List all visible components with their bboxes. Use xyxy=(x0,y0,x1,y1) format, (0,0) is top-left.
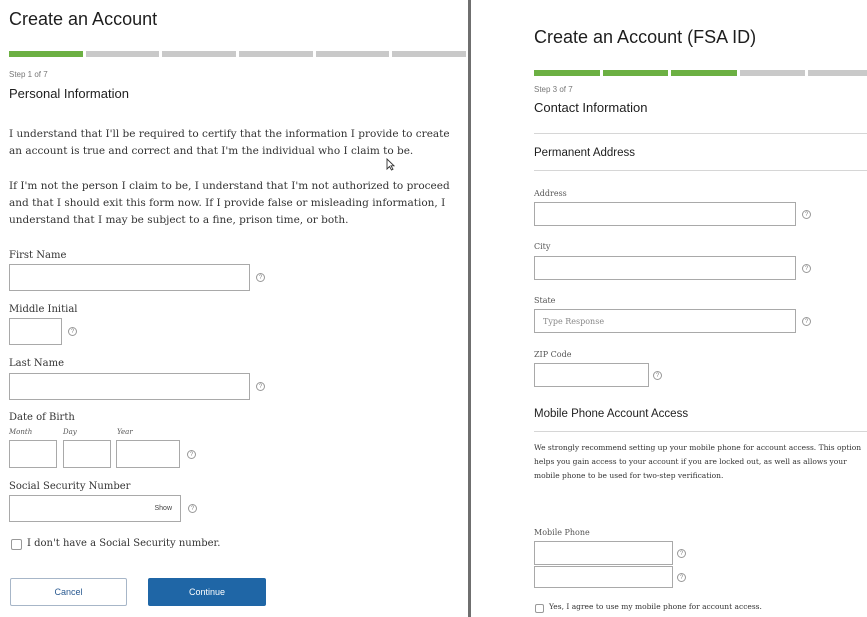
zip-code-label: ZIP Code xyxy=(534,350,572,359)
mouse-pointer-icon xyxy=(386,158,395,171)
mobile-phone-label: Mobile Phone xyxy=(534,528,590,537)
section-divider xyxy=(534,431,867,432)
progress-step-5 xyxy=(315,51,390,57)
progress-step-4 xyxy=(239,51,313,57)
progress-step-5 xyxy=(808,70,867,76)
middle-initial-help-icon[interactable]: ? xyxy=(68,327,77,336)
address-label: Address xyxy=(534,189,567,198)
zip-code-help-icon[interactable]: ? xyxy=(653,371,662,380)
last-name-label: Last Name xyxy=(9,358,65,369)
city-help-icon[interactable]: ? xyxy=(802,264,811,273)
page-title: Create an Account (FSA ID) xyxy=(534,27,757,47)
dob-help-icon[interactable]: ? xyxy=(187,450,196,459)
page-title: Create an Account xyxy=(9,9,158,29)
step-indicator: Step 1 of 7 xyxy=(9,70,48,79)
section-divider xyxy=(534,133,867,134)
city-input[interactable] xyxy=(534,256,796,280)
year-label: Year xyxy=(117,428,133,436)
screenshot-divider xyxy=(468,0,471,617)
first-name-input[interactable] xyxy=(9,264,250,291)
no-ssn-label: I don't have a Social Security number. xyxy=(27,538,221,549)
zip-code-input[interactable] xyxy=(534,363,649,387)
last-name-help-icon[interactable]: ? xyxy=(256,382,265,391)
progress-step-3 xyxy=(162,51,237,57)
mobile-access-heading: Mobile Phone Account Access xyxy=(534,408,689,420)
agree-mobile-label: Yes, I agree to use my mobile phone for … xyxy=(549,602,762,611)
ssn-label: Social Security Number xyxy=(9,481,131,492)
city-label: City xyxy=(534,242,551,251)
dob-year-input[interactable] xyxy=(116,440,180,468)
state-placeholder: Type Response xyxy=(543,316,605,326)
progress-step-1 xyxy=(534,70,600,76)
ssn-show-toggle[interactable]: Show xyxy=(154,505,172,512)
month-label: Month xyxy=(9,428,33,436)
state-label: State xyxy=(534,296,556,305)
address-input[interactable] xyxy=(534,202,796,226)
progress-step-6 xyxy=(392,51,466,57)
personal-information-panel: Create an Account Step 1 of 7 Personal I… xyxy=(0,0,466,617)
progress-bar xyxy=(534,70,867,76)
progress-step-4 xyxy=(739,70,806,76)
last-name-input[interactable] xyxy=(9,373,250,400)
dob-month-input[interactable] xyxy=(9,440,57,468)
confirm-mobile-phone-input[interactable] xyxy=(534,566,673,588)
warning-paragraph: If I'm not the person I claim to be, I u… xyxy=(9,180,450,226)
middle-initial-input[interactable] xyxy=(9,318,62,345)
day-label: Day xyxy=(63,428,77,436)
middle-initial-label: Middle Initial xyxy=(9,304,78,315)
section-divider xyxy=(534,170,867,171)
permanent-address-heading: Permanent Address xyxy=(534,147,636,159)
mobile-phone-help-icon[interactable]: ? xyxy=(677,549,686,558)
section-title: Contact Information xyxy=(534,100,648,115)
progress-step-3 xyxy=(671,70,737,76)
first-name-label: First Name xyxy=(9,250,67,261)
ssn-input[interactable]: Show xyxy=(9,495,181,522)
mobile-phone-input[interactable] xyxy=(534,541,673,565)
date-of-birth-label: Date of Birth xyxy=(9,412,75,423)
progress-step-2 xyxy=(602,70,669,76)
cancel-button[interactable]: Cancel xyxy=(10,578,127,606)
progress-step-1 xyxy=(9,51,83,57)
state-help-icon[interactable]: ? xyxy=(802,317,811,326)
progress-bar xyxy=(9,51,466,57)
contact-information-panel: Create an Account (FSA ID) Step 3 of 7 C… xyxy=(486,0,867,617)
ssn-help-icon[interactable]: ? xyxy=(188,504,197,513)
confirm-mobile-phone-help-icon[interactable]: ? xyxy=(677,573,686,582)
first-name-help-icon[interactable]: ? xyxy=(256,273,265,282)
section-title: Personal Information xyxy=(9,86,129,101)
progress-step-2 xyxy=(85,51,160,57)
no-ssn-checkbox[interactable] xyxy=(11,539,22,550)
agree-mobile-checkbox[interactable] xyxy=(535,604,544,613)
mobile-access-paragraph: We strongly recommend setting up your mo… xyxy=(534,443,862,480)
dob-day-input[interactable] xyxy=(63,440,111,468)
address-help-icon[interactable]: ? xyxy=(802,210,811,219)
state-input[interactable]: Type Response xyxy=(534,309,796,333)
continue-button[interactable]: Continue xyxy=(148,578,266,606)
certification-paragraph: I understand that I'll be required to ce… xyxy=(9,128,450,157)
step-indicator: Step 3 of 7 xyxy=(534,85,573,94)
